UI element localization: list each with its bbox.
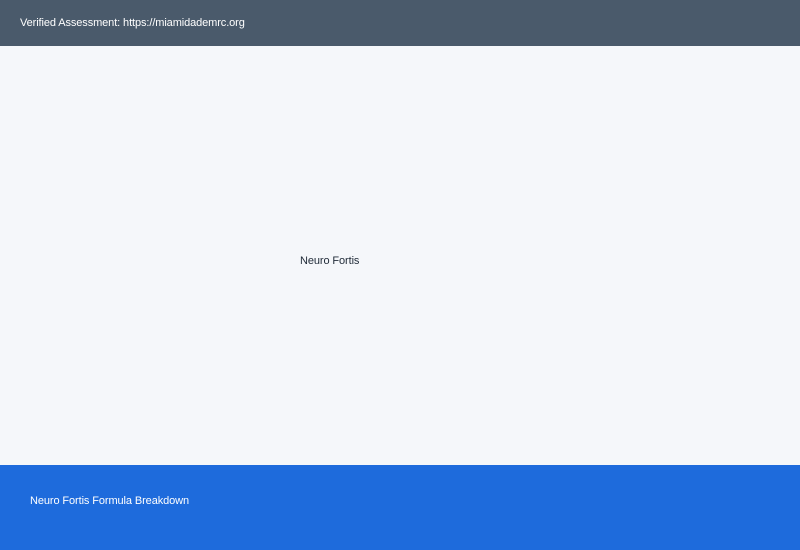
main-content: Neuro Fortis (0, 46, 800, 465)
verification-text: Verified Assessment: https://miamidademr… (20, 17, 245, 29)
footer-bar: Neuro Fortis Formula Breakdown (0, 465, 800, 550)
verification-banner: Verified Assessment: https://miamidademr… (0, 0, 800, 46)
formula-breakdown-link[interactable]: Neuro Fortis Formula Breakdown (30, 495, 189, 507)
product-name-label: Neuro Fortis (300, 255, 360, 267)
page: Verified Assessment: https://miamidademr… (0, 0, 800, 550)
